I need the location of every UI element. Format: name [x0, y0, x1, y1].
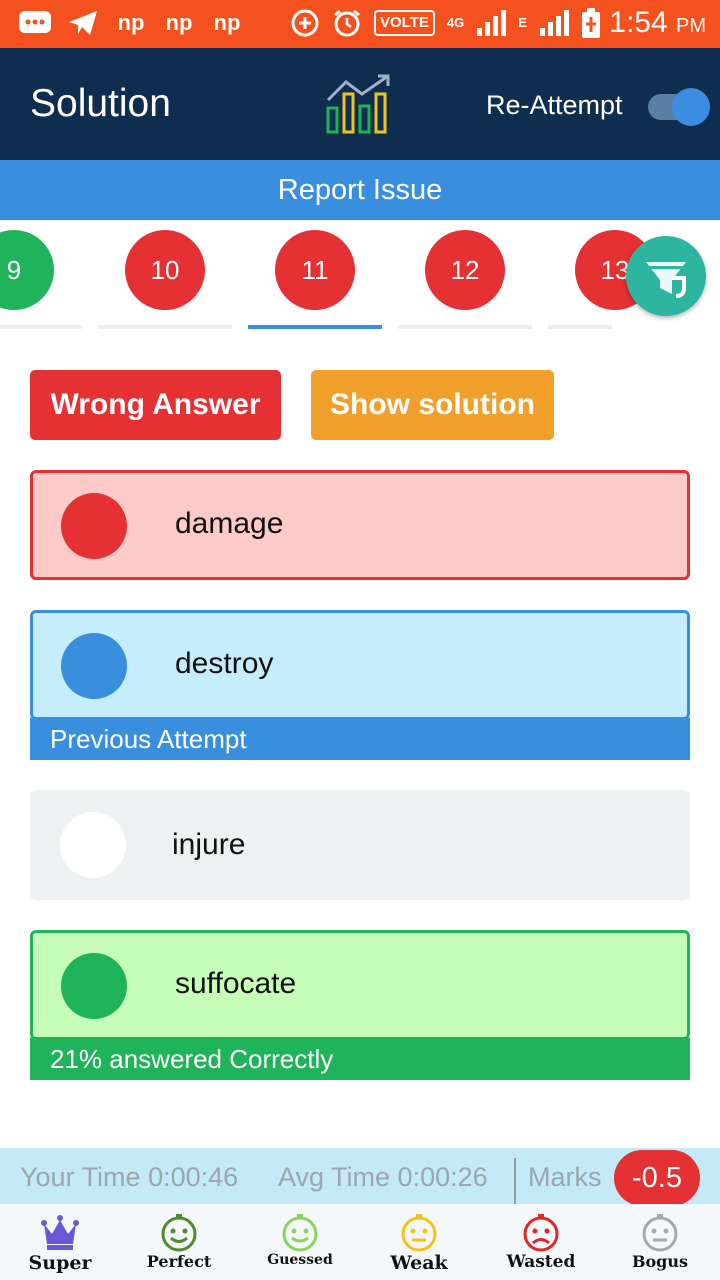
page-title: Solution — [30, 82, 171, 125]
nav-label: Weak — [390, 1252, 448, 1274]
divider — [514, 1158, 516, 1204]
option-radio — [61, 493, 127, 559]
previous-attempt-banner: Previous Attempt — [30, 718, 690, 760]
smile-face-icon — [161, 1214, 197, 1252]
sad-face-icon — [523, 1214, 559, 1252]
question-number-9[interactable]: 9 — [0, 230, 54, 310]
bottom-nav: Super Perfect Guessed Weak Wasted Bogus — [0, 1204, 720, 1280]
tab-underline — [0, 325, 82, 329]
tab-underline — [98, 325, 232, 329]
option-b[interactable]: destroy — [30, 610, 690, 720]
report-issue-button[interactable]: Report Issue — [0, 160, 720, 220]
alarm-icon — [334, 9, 360, 37]
nav-label: Guessed — [267, 1252, 333, 1268]
active-tab-underline — [248, 325, 382, 329]
tab-underline — [398, 325, 532, 329]
system-icons: VOLTE 4G E — [290, 8, 601, 38]
nav-label: Super — [28, 1252, 92, 1274]
nav-label: Perfect — [146, 1252, 212, 1271]
option-radio — [61, 953, 127, 1019]
np-icon: np — [213, 10, 241, 35]
reattempt-label: Re-Attempt — [486, 90, 623, 120]
analysis-chart-icon[interactable] — [324, 72, 394, 136]
notification-icons: np np np — [18, 8, 244, 38]
question-number-12[interactable]: 12 — [425, 230, 505, 310]
volte-badge: VOLTE — [374, 10, 435, 36]
marks-badge: -0.5 — [614, 1150, 700, 1206]
app-bar: Solution Re-Attempt — [0, 48, 720, 160]
avg-time: Avg Time 0:00:26 — [278, 1162, 488, 1192]
nav-label: Wasted — [506, 1252, 576, 1272]
marks-label: Marks — [528, 1162, 602, 1192]
nav-label: Bogus — [631, 1252, 689, 1271]
wrong-answer-badge[interactable]: Wrong Answer — [30, 370, 281, 440]
option-a[interactable]: damage — [30, 470, 690, 580]
nav-bogus[interactable]: Bogus — [605, 1204, 715, 1280]
telegram-icon — [66, 8, 100, 38]
neutral-face-icon — [401, 1214, 437, 1252]
status-bar: np np np VOLTE 4G E 1:54 PM — [0, 0, 720, 48]
nav-wasted[interactable]: Wasted — [486, 1204, 596, 1280]
np-icon: np — [117, 10, 145, 35]
filter-button[interactable] — [626, 236, 706, 316]
message-icon — [18, 8, 52, 38]
time-stats-bar: Your Time 0:00:46 Avg Time 0:00:26 Marks — [0, 1148, 720, 1204]
network-type-2: E — [518, 15, 527, 30]
nav-guessed[interactable]: Guessed — [245, 1204, 355, 1280]
nav-weak[interactable]: Weak — [364, 1204, 474, 1280]
correct-stat-banner: 21% answered Correctly — [30, 1038, 690, 1080]
question-navigator: 9 10 11 12 13 — [0, 220, 720, 332]
tab-underline — [548, 325, 612, 329]
smile-face-icon — [282, 1214, 318, 1252]
your-time: Your Time 0:00:46 — [20, 1162, 239, 1192]
option-text: injure — [172, 828, 246, 861]
np-icon: np — [165, 10, 193, 35]
status-clock: 1:54 PM — [609, 6, 706, 39]
option-c[interactable]: injure — [30, 790, 690, 900]
option-text: suffocate — [175, 967, 297, 1000]
question-number-10[interactable]: 10 — [125, 230, 205, 310]
reattempt-toggle[interactable] — [648, 88, 710, 126]
option-radio — [60, 812, 126, 878]
show-solution-button[interactable]: Show solution — [311, 370, 554, 440]
option-radio — [61, 633, 127, 699]
toggle-thumb — [672, 88, 710, 126]
signal-icon — [477, 10, 507, 36]
option-text: destroy — [175, 647, 274, 680]
option-text: damage — [175, 507, 284, 540]
crown-icon — [41, 1215, 79, 1250]
signal-icon-2 — [539, 10, 569, 36]
nav-super[interactable]: Super — [5, 1204, 115, 1280]
data-saver-icon — [291, 9, 319, 37]
filter-icon — [646, 262, 686, 298]
battery-charging-icon — [581, 8, 600, 38]
option-d[interactable]: suffocate — [30, 930, 690, 1040]
nav-perfect[interactable]: Perfect — [124, 1204, 234, 1280]
network-type: 4G — [446, 15, 465, 30]
neutral-face-icon — [642, 1214, 678, 1252]
question-number-11[interactable]: 11 — [275, 230, 355, 310]
